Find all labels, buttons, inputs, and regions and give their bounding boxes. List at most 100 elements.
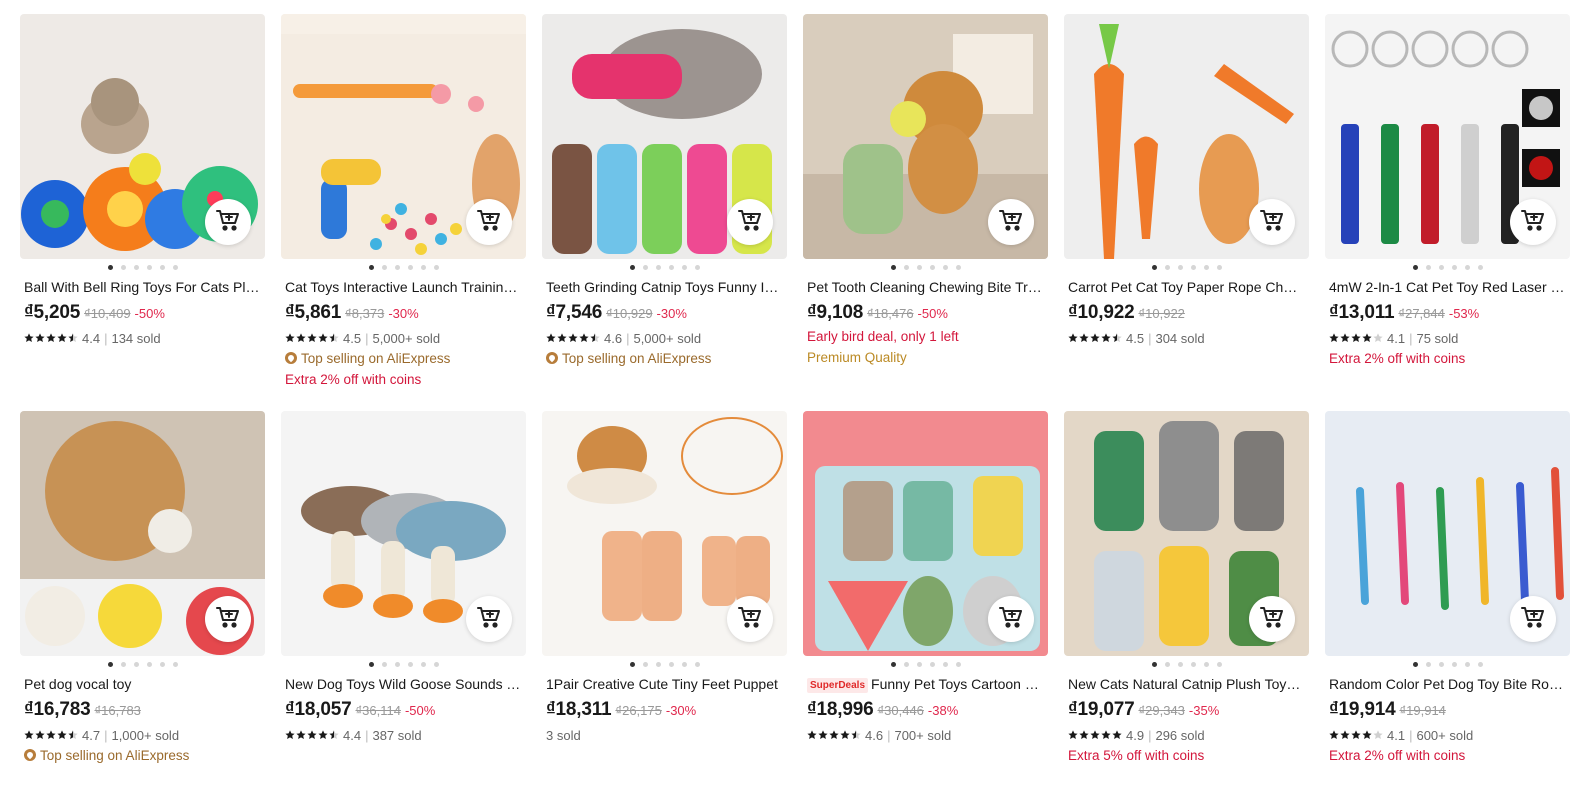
carousel-dot[interactable] xyxy=(120,662,126,667)
carousel-dot[interactable] xyxy=(681,265,687,270)
add-to-cart-button[interactable] xyxy=(988,596,1034,642)
carousel-dot[interactable] xyxy=(655,265,661,270)
carousel-dot[interactable] xyxy=(1477,265,1483,270)
product-image[interactable] xyxy=(1325,411,1570,656)
carousel-dot[interactable] xyxy=(955,662,961,667)
carousel-dot[interactable] xyxy=(1190,662,1196,667)
carousel-dot[interactable] xyxy=(903,662,909,667)
product-title[interactable]: New Cats Natural Catnip Plush Toy Set xyxy=(1068,676,1304,693)
carousel-dot[interactable] xyxy=(420,265,426,270)
add-to-cart-button[interactable] xyxy=(1510,199,1556,245)
carousel-dot[interactable] xyxy=(681,662,687,667)
carousel-dot[interactable] xyxy=(694,265,700,270)
add-to-cart-button[interactable] xyxy=(988,199,1034,245)
image-carousel-dots[interactable] xyxy=(281,662,526,668)
product-image[interactable] xyxy=(20,14,265,259)
product-title[interactable]: New Dog Toys Wild Goose Sounds Toy xyxy=(285,676,521,693)
carousel-dot[interactable] xyxy=(1464,662,1470,667)
carousel-dot[interactable] xyxy=(1412,662,1418,667)
product-title[interactable]: Pet dog vocal toy xyxy=(24,676,260,693)
add-to-cart-button[interactable] xyxy=(205,596,251,642)
product-card[interactable]: Pet Tooth Cleaning Chewing Bite Training… xyxy=(803,14,1048,411)
carousel-dot[interactable] xyxy=(929,662,935,667)
add-to-cart-button[interactable] xyxy=(1249,199,1295,245)
carousel-dot[interactable] xyxy=(1477,662,1483,667)
product-title[interactable]: 1Pair Creative Cute Tiny Feet Puppet xyxy=(546,676,782,693)
carousel-dot[interactable] xyxy=(1177,265,1183,270)
carousel-dot[interactable] xyxy=(1425,662,1431,667)
carousel-dot[interactable] xyxy=(146,662,152,667)
carousel-dot[interactable] xyxy=(642,662,648,667)
product-image[interactable] xyxy=(20,411,265,656)
carousel-dot[interactable] xyxy=(172,265,178,270)
product-card[interactable]: 1Pair Creative Cute Tiny Feet Puppet ₫18… xyxy=(542,411,787,808)
product-card[interactable]: Cat Toys Interactive Launch Training Toy… xyxy=(281,14,526,411)
carousel-dot[interactable] xyxy=(368,662,374,667)
carousel-dot[interactable] xyxy=(146,265,152,270)
carousel-dot[interactable] xyxy=(1438,662,1444,667)
carousel-dot[interactable] xyxy=(1438,265,1444,270)
image-carousel-dots[interactable] xyxy=(20,662,265,668)
carousel-dot[interactable] xyxy=(368,265,374,270)
product-card[interactable]: Random Color Pet Dog Toy Bite Rope Knot … xyxy=(1325,411,1570,808)
add-to-cart-button[interactable] xyxy=(1510,596,1556,642)
carousel-dot[interactable] xyxy=(629,265,635,270)
carousel-dot[interactable] xyxy=(407,662,413,667)
product-card[interactable]: Carrot Pet Cat Toy Paper Rope Chew Toy ₫… xyxy=(1064,14,1309,411)
carousel-dot[interactable] xyxy=(629,662,635,667)
carousel-dot[interactable] xyxy=(1151,265,1157,270)
product-image[interactable] xyxy=(1064,411,1309,656)
carousel-dot[interactable] xyxy=(942,265,948,270)
image-carousel-dots[interactable] xyxy=(1064,265,1309,271)
product-image[interactable] xyxy=(542,14,787,259)
carousel-dot[interactable] xyxy=(133,662,139,667)
product-title[interactable]: SuperDealsFunny Pet Toys Cartoon Cat Plu… xyxy=(807,676,1043,693)
carousel-dot[interactable] xyxy=(694,662,700,667)
product-title[interactable]: Random Color Pet Dog Toy Bite Rope Knot xyxy=(1329,676,1565,693)
carousel-dot[interactable] xyxy=(1451,265,1457,270)
carousel-dot[interactable] xyxy=(1412,265,1418,270)
carousel-dot[interactable] xyxy=(1203,662,1209,667)
carousel-dot[interactable] xyxy=(394,662,400,667)
image-carousel-dots[interactable] xyxy=(542,265,787,271)
carousel-dot[interactable] xyxy=(107,265,113,270)
carousel-dot[interactable] xyxy=(929,265,935,270)
product-image[interactable] xyxy=(542,411,787,656)
carousel-dot[interactable] xyxy=(159,265,165,270)
image-carousel-dots[interactable] xyxy=(803,662,1048,668)
carousel-dot[interactable] xyxy=(394,265,400,270)
carousel-dot[interactable] xyxy=(942,662,948,667)
product-image[interactable] xyxy=(803,14,1048,259)
product-title[interactable]: 4mW 2-In-1 Cat Pet Toy Red Laser Pointer xyxy=(1329,279,1565,296)
carousel-dot[interactable] xyxy=(407,265,413,270)
add-to-cart-button[interactable] xyxy=(1249,596,1295,642)
carousel-dot[interactable] xyxy=(381,662,387,667)
carousel-dot[interactable] xyxy=(1151,662,1157,667)
product-title[interactable]: Pet Tooth Cleaning Chewing Bite Training… xyxy=(807,279,1043,296)
product-card[interactable]: Ball With Bell Ring Toys For Cats Playin… xyxy=(20,14,265,411)
carousel-dot[interactable] xyxy=(642,265,648,270)
add-to-cart-button[interactable] xyxy=(466,199,512,245)
image-carousel-dots[interactable] xyxy=(20,265,265,271)
product-card[interactable]: New Dog Toys Wild Goose Sounds Toy ₫18,0… xyxy=(281,411,526,808)
image-carousel-dots[interactable] xyxy=(1325,265,1570,271)
product-image[interactable] xyxy=(1064,14,1309,259)
carousel-dot[interactable] xyxy=(668,662,674,667)
product-card[interactable]: 4mW 2-In-1 Cat Pet Toy Red Laser Pointer… xyxy=(1325,14,1570,411)
carousel-dot[interactable] xyxy=(916,662,922,667)
carousel-dot[interactable] xyxy=(433,265,439,270)
carousel-dot[interactable] xyxy=(1464,265,1470,270)
carousel-dot[interactable] xyxy=(107,662,113,667)
product-card[interactable]: Pet dog vocal toy ₫16,783 ₫16,783 4.7 | 1… xyxy=(20,411,265,808)
add-to-cart-button[interactable] xyxy=(727,596,773,642)
add-to-cart-button[interactable] xyxy=(727,199,773,245)
carousel-dot[interactable] xyxy=(1203,265,1209,270)
carousel-dot[interactable] xyxy=(890,662,896,667)
add-to-cart-button[interactable] xyxy=(466,596,512,642)
image-carousel-dots[interactable] xyxy=(542,662,787,668)
carousel-dot[interactable] xyxy=(655,662,661,667)
carousel-dot[interactable] xyxy=(1190,265,1196,270)
carousel-dot[interactable] xyxy=(172,662,178,667)
carousel-dot[interactable] xyxy=(433,662,439,667)
image-carousel-dots[interactable] xyxy=(1064,662,1309,668)
